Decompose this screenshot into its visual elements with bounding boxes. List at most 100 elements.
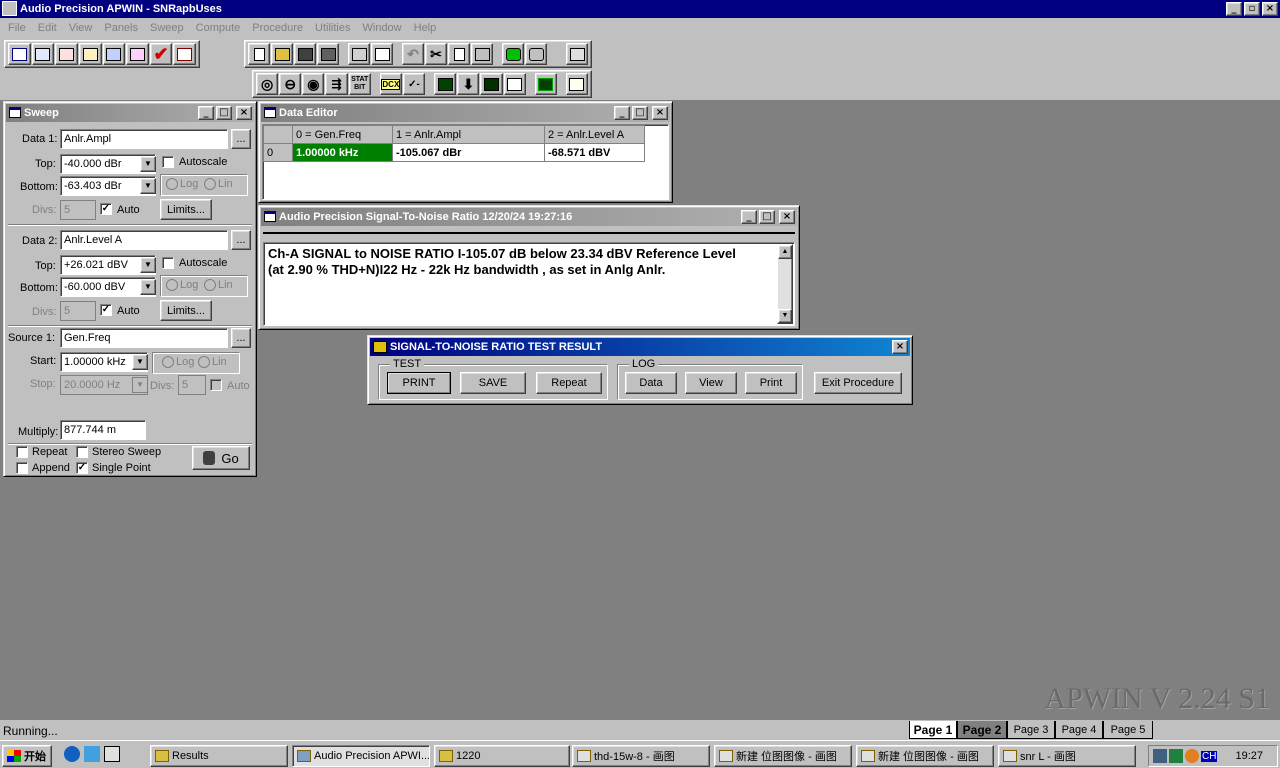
data-editor-title-bar[interactable]: Data Editor _ □ × [261,104,670,122]
bar-down-icon[interactable]: ⬇ [457,73,480,95]
table-cell[interactable]: -68.571 dBV [544,143,645,162]
go-button[interactable]: Go [192,446,250,470]
data2-auto-checkbox[interactable]: ✓ [100,304,112,316]
data1-divs-field[interactable]: 5 [60,200,96,220]
minimize-button[interactable]: _ [741,210,757,224]
data2-autoscale-checkbox[interactable] [162,257,174,269]
go-icon[interactable] [502,43,524,65]
restore-button[interactable]: ▫ [1244,2,1260,16]
close-button[interactable]: × [1262,2,1278,16]
window-menu-icon[interactable] [264,107,276,118]
source1-divs-field[interactable]: 5 [178,375,206,395]
page-tab-5[interactable]: Page 5 [1103,721,1153,739]
cut-icon[interactable]: ✂ [425,43,447,65]
data2-limits-button[interactable]: Limits... [160,300,212,321]
clock[interactable]: 19:27 [1235,750,1263,762]
copy-icon[interactable] [448,43,470,65]
task-button[interactable]: snr L - 画图 [998,745,1136,767]
snr-text-area[interactable]: Ch-A SIGNAL to NOISE RATIO I-105.07 dB b… [263,242,795,326]
close-button[interactable]: × [236,106,252,120]
chevron-down-icon[interactable]: ▼ [132,377,148,393]
save-all-icon[interactable] [317,43,339,65]
window-menu-icon[interactable] [264,211,276,222]
repeat-checkbox[interactable] [16,446,28,458]
list-icon[interactable] [173,43,196,65]
close-button[interactable]: × [892,340,908,354]
repeat-test-button[interactable]: Repeat [536,372,602,394]
task-button-active[interactable]: Audio Precision APWI... [292,745,430,767]
new-file-icon[interactable] [248,43,270,65]
log-print-button[interactable]: Print [745,372,797,394]
save-icon[interactable] [294,43,316,65]
menu-view[interactable]: View [63,22,99,34]
analyzer-icon[interactable]: ⊖ [279,73,302,95]
close-button[interactable]: × [779,210,795,224]
sweep-settings-icon[interactable]: ⇶ [325,73,348,95]
data-panel-icon[interactable] [503,73,526,95]
menu-compute[interactable]: Compute [190,22,247,34]
data2-divs-field[interactable]: 5 [60,301,96,321]
print-icon[interactable] [348,43,370,65]
data2-log-radio[interactable]: Log [166,279,198,292]
graph-settings-icon[interactable] [566,43,588,65]
generator-icon[interactable]: ◎ [256,73,279,95]
close-button[interactable]: × [652,106,668,120]
chevron-down-icon[interactable]: ▼ [140,257,156,273]
task-button[interactable]: thd-15w-8 - 画图 [572,745,710,767]
data1-browse-button[interactable]: ... [231,129,251,149]
minimize-button[interactable]: _ [198,106,214,120]
source1-field[interactable]: Gen.Freq [60,328,228,348]
sweep-graph-icon[interactable] [8,43,31,65]
menu-utilities[interactable]: Utilities [309,22,356,34]
data1-lin-radio[interactable]: Lin [204,178,233,191]
task-button[interactable]: 新建 位图图像 - 画图 [714,745,852,767]
data2-field[interactable]: Anlr.Level A [60,230,228,250]
data2-lin-radio[interactable]: Lin [204,279,233,292]
stat-bit-icon[interactable]: STAT BIT [348,73,371,95]
minimize-button[interactable]: _ [1226,2,1242,16]
menu-window[interactable]: Window [357,22,408,34]
maximize-button[interactable]: □ [216,106,232,120]
paste-icon[interactable] [471,43,493,65]
chevron-down-icon[interactable]: ▼ [140,279,156,295]
network-icon[interactable] [1153,749,1167,763]
tray-app-icon[interactable] [1185,749,1199,763]
language-indicator[interactable]: CH [1201,750,1218,762]
page-tab-4[interactable]: Page 4 [1055,721,1103,739]
window-menu-icon[interactable] [9,107,21,118]
menu-file[interactable]: File [2,22,32,34]
graph-icon[interactable] [480,73,503,95]
internet-explorer-icon[interactable] [64,746,80,762]
data1-field[interactable]: Anlr.Ampl [60,129,228,149]
task-button[interactable]: 1220 [434,745,570,767]
stereo-sweep-checkbox[interactable] [76,446,88,458]
switcher-icon[interactable]: ✓‑ [402,73,426,95]
data1-auto-checkbox[interactable]: ✓ [100,203,112,215]
led-icon[interactable] [534,73,557,95]
tray-app-icon[interactable] [1169,749,1183,763]
scroll-down-icon[interactable]: ▼ [778,309,792,323]
maximize-button[interactable]: □ [759,210,775,224]
log-data-button[interactable]: Data [625,372,677,394]
task-button[interactable]: Results [150,745,288,767]
data1-limits-button[interactable]: Limits... [160,199,212,220]
fft-icon[interactable] [78,43,102,65]
source1-log-radio[interactable]: Log [162,356,194,369]
menu-panels[interactable]: Panels [98,22,144,34]
open-folder-icon[interactable] [271,43,293,65]
single-point-checkbox[interactable]: ✓ [76,462,88,474]
chevron-down-icon[interactable]: ▼ [140,156,156,172]
meter-icon[interactable]: ◉ [302,73,325,95]
column-header[interactable]: 0 = Gen.Freq [292,125,393,144]
save-result-button[interactable]: SAVE [460,372,526,394]
source1-browse-button[interactable]: ... [231,328,251,348]
print-preview-icon[interactable] [371,43,393,65]
multiply-field[interactable]: 877.744 m [60,420,146,440]
vertical-scrollbar[interactable]: ▲ ▼ [777,244,793,324]
data1-autoscale-checkbox[interactable] [162,156,174,168]
thd-icon[interactable] [31,43,55,65]
undo-icon[interactable]: ↶ [402,43,424,65]
scroll-up-icon[interactable]: ▲ [778,245,792,259]
table-cell[interactable]: 1.00000 kHz [292,143,393,162]
chevron-down-icon[interactable]: ▼ [140,178,156,194]
